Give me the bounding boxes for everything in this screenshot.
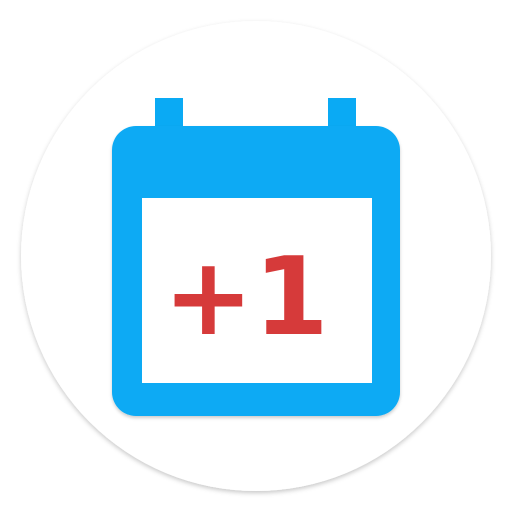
launcher-icon-stage: +1: [0, 0, 512, 512]
calendar-app-icon[interactable]: +1: [0, 0, 512, 512]
plus-one-label: +1: [163, 235, 329, 360]
